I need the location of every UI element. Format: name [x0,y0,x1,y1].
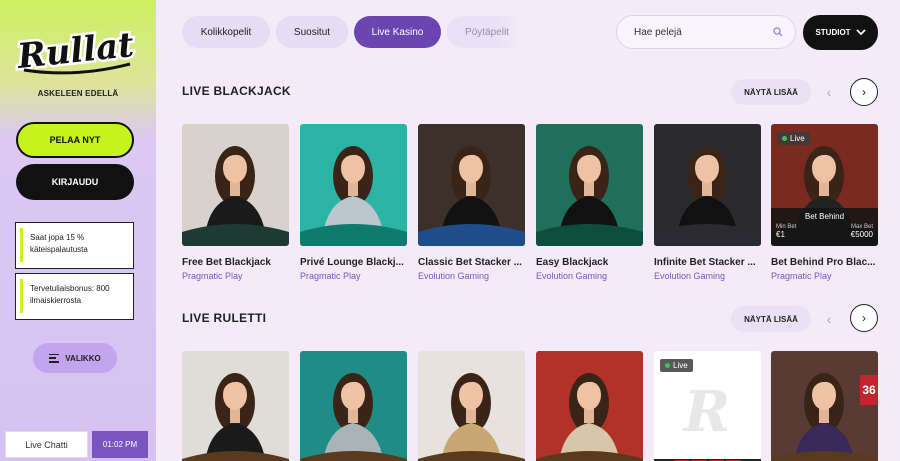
tab-table-games[interactable]: Pöytäpelit [447,16,527,48]
section-title-blackjack: LIVE BLACKJACK [182,84,291,98]
max-bet-value: €5000 [850,230,873,239]
game-thumbnail[interactable] [182,351,289,461]
sidebar: Rullat ASKELEEN EDELLÄ PELAA NYT KIRJAUD… [0,0,156,461]
game-card[interactable] [182,351,289,461]
tab-live-casino[interactable]: Live Kasino [354,16,441,48]
play-now-button[interactable]: PELAA NYT [16,122,134,158]
game-title[interactable]: Classic Bet Stacker ... [418,257,525,268]
game-thumbnail[interactable]: RLive61818192121 [654,351,761,461]
game-card[interactable]: Infinite Bet Stacker ... Evolution Gaming [654,124,761,281]
game-thumbnail[interactable] [300,124,407,246]
bet-behind-panel: Bet Behind Min Bet Max Bet €1 €5000 [771,208,878,246]
min-bet-value: €1 [776,230,785,239]
live-chat-button[interactable]: Live Chatti [5,431,88,458]
chevron-right-icon[interactable]: › [850,78,878,106]
game-thumbnail-image [182,124,289,246]
live-badge: Live [660,359,693,372]
game-card[interactable]: Easy Blackjack Evolution Gaming [536,124,643,281]
show-more-button[interactable]: NÄYTÄ LISÄÄ [731,306,811,332]
game-thumbnail-image [418,351,525,461]
game-provider: Pragmatic Play [182,271,243,281]
section-title-roulette: LIVE RULETTI [182,311,267,325]
live-dot-icon [665,363,670,368]
game-provider: Evolution Gaming [654,271,726,281]
game-thumbnail[interactable]: Live Bet Behind Min Bet Max Bet €1 €5000 [771,124,878,246]
search-box[interactable] [616,15,796,49]
game-thumbnail[interactable]: 36 [771,351,878,461]
menu-label: VALIKKO [65,353,101,363]
game-thumbnail[interactable] [418,351,525,461]
game-title[interactable]: Free Bet Blackjack [182,257,289,268]
game-card[interactable]: Privé Lounge Blackj... Pragmatic Play [300,124,407,281]
game-card[interactable]: Free Bet Blackjack Pragmatic Play [182,124,289,281]
game-thumbnail-image [418,124,525,246]
live-label: Live [790,134,805,143]
chevron-right-icon[interactable]: › [850,304,878,332]
chevron-down-icon [855,29,866,36]
game-title[interactable]: Easy Blackjack [536,257,643,268]
hamburger-icon [49,353,60,363]
game-card[interactable]: RLive61818192121 [654,351,761,461]
game-provider: Evolution Gaming [536,271,608,281]
game-thumbnail-image [654,124,761,246]
game-thumbnail-image [771,351,878,461]
game-thumbnail[interactable] [536,124,643,246]
search-icon[interactable] [773,27,783,37]
game-provider: Pragmatic Play [771,271,832,281]
game-card[interactable] [300,351,407,461]
svg-text:R: R [682,379,731,445]
live-dot-icon [782,136,787,141]
tab-popular[interactable]: Suositut [276,16,348,48]
game-card[interactable]: Live Bet Behind Min Bet Max Bet €1 €5000 Bet B… [771,124,878,281]
bet-behind-title: Bet Behind [804,212,845,221]
chevron-left-icon[interactable]: ‹ [822,306,836,332]
studios-label: STUDIOT [815,28,851,37]
studios-dropdown[interactable]: STUDIOT [803,15,878,50]
game-provider: Pragmatic Play [300,271,361,281]
game-thumbnail[interactable] [418,124,525,246]
login-button[interactable]: KIRJAUDU [16,164,134,200]
game-title[interactable]: Bet Behind Pro Blac... [771,257,878,268]
game-thumbnail-image [536,351,643,461]
game-thumbnail-image [300,351,407,461]
tagline: ASKELEEN EDELLÄ [37,89,119,98]
promo-cashback[interactable]: Saat jopa 15 % käteispalautusta [15,222,134,269]
promo-text: Tervetuliaisbonus: 800 ilmaiskierrosta [30,284,110,305]
promo-text: Saat jopa 15 % käteispalautusta [30,233,88,254]
search-input[interactable] [634,26,773,38]
show-more-button[interactable]: NÄYTÄ LISÄÄ [731,79,811,105]
game-thumbnail[interactable] [654,124,761,246]
game-thumbnail[interactable] [300,351,407,461]
clock: 01:02 PM [92,431,148,458]
game-card[interactable] [418,351,525,461]
game-title[interactable]: Privé Lounge Blackj... [300,257,407,268]
game-thumbnail-image [300,124,407,246]
rullat-logo[interactable]: Rullat [14,24,138,76]
live-label: Live [673,361,688,370]
game-thumbnail-image [536,124,643,246]
game-provider: Evolution Gaming [418,271,490,281]
game-thumbnail[interactable] [536,351,643,461]
tab-slots[interactable]: Kolikkopelit [182,16,270,48]
game-thumbnail-image [182,351,289,461]
live-badge: Live [777,132,810,145]
game-card[interactable]: Classic Bet Stacker ... Evolution Gaming [418,124,525,281]
game-thumbnail[interactable] [182,124,289,246]
game-title[interactable]: Infinite Bet Stacker ... [654,257,761,268]
roulette-number: 36 [860,375,878,405]
game-card[interactable] [536,351,643,461]
promo-welcome-bonus[interactable]: Tervetuliaisbonus: 800 ilmaiskierrosta [15,273,134,320]
menu-button[interactable]: VALIKKO [33,343,117,373]
game-card[interactable]: 36 [771,351,878,461]
chevron-left-icon[interactable]: ‹ [822,79,836,105]
